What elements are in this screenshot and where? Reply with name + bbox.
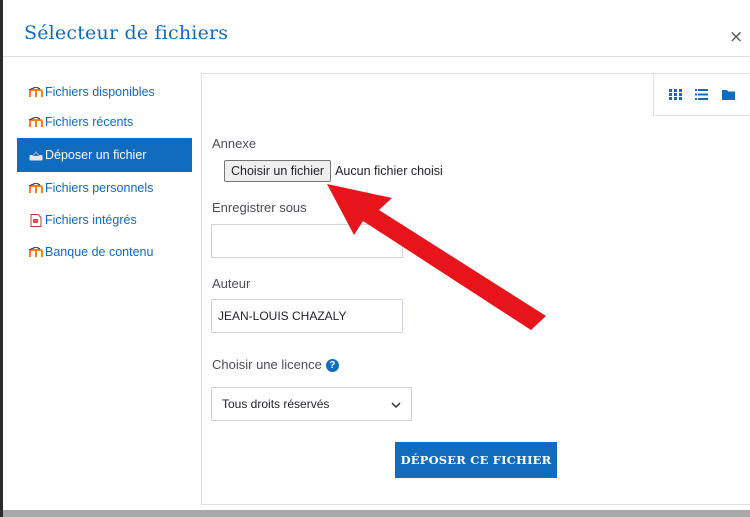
window-bottom-edge xyxy=(3,510,750,517)
attachment-label: Annexe xyxy=(212,136,257,151)
upload-panel: Annexe Choisir un fichier Aucun fichier … xyxy=(201,73,750,505)
file-chooser: Choisir un fichier Aucun fichier choisi xyxy=(224,160,443,182)
list-view-icon[interactable] xyxy=(693,86,711,104)
sidebar-item-label: Fichiers personnels xyxy=(45,181,154,195)
chevron-down-icon xyxy=(391,397,401,411)
document-icon xyxy=(29,213,43,227)
repository-sidebar: Fichiers disponibles Fichiers récents Dé… xyxy=(17,78,192,268)
choose-file-button[interactable]: Choisir un fichier xyxy=(224,160,332,182)
sidebar-item-recent-files[interactable]: Fichiers récents xyxy=(17,106,192,138)
license-label-row: Choisir une licence? xyxy=(212,357,339,373)
license-label: Choisir une licence xyxy=(212,357,322,372)
sidebar-item-personal-files[interactable]: Fichiers personnels xyxy=(17,172,192,204)
sidebar-item-content-bank[interactable]: Banque de contenu xyxy=(17,236,192,268)
save-as-label: Enregistrer sous xyxy=(212,200,307,215)
grid-view-icon[interactable] xyxy=(666,86,684,104)
upload-icon xyxy=(29,149,43,161)
author-label: Auteur xyxy=(212,276,251,291)
moodle-icon xyxy=(29,182,43,194)
dialog-title: Sélecteur de fichiers xyxy=(24,22,229,44)
sidebar-item-label: Banque de contenu xyxy=(45,245,154,259)
help-icon[interactable]: ? xyxy=(325,359,339,373)
upload-file-button[interactable]: DÉPOSER CE FICHIER xyxy=(395,442,557,478)
sidebar-item-embedded-files[interactable]: Fichiers intégrés xyxy=(17,204,192,236)
moodle-icon xyxy=(29,116,43,128)
sidebar-item-upload-file[interactable]: Déposer un fichier xyxy=(17,138,192,172)
sidebar-item-label: Fichiers disponibles xyxy=(45,85,155,99)
view-toolbar xyxy=(653,74,750,116)
sidebar-item-label: Fichiers intégrés xyxy=(45,213,137,227)
license-select[interactable]: Tous droits réservés xyxy=(211,387,412,421)
sidebar-item-label: Déposer un fichier xyxy=(45,148,147,162)
window-left-edge xyxy=(0,0,3,517)
header-divider xyxy=(3,56,750,57)
sidebar-item-label: Fichiers récents xyxy=(45,115,134,129)
author-input[interactable] xyxy=(211,299,403,333)
sidebar-item-available-files[interactable]: Fichiers disponibles xyxy=(17,78,192,106)
save-as-input[interactable] xyxy=(211,224,403,258)
moodle-icon xyxy=(29,86,43,98)
no-file-chosen-text: Aucun fichier choisi xyxy=(335,164,443,178)
folder-view-icon[interactable] xyxy=(720,86,738,104)
moodle-icon xyxy=(29,246,43,258)
license-selected-value: Tous droits réservés xyxy=(222,397,330,411)
close-button[interactable]: × xyxy=(729,29,743,46)
